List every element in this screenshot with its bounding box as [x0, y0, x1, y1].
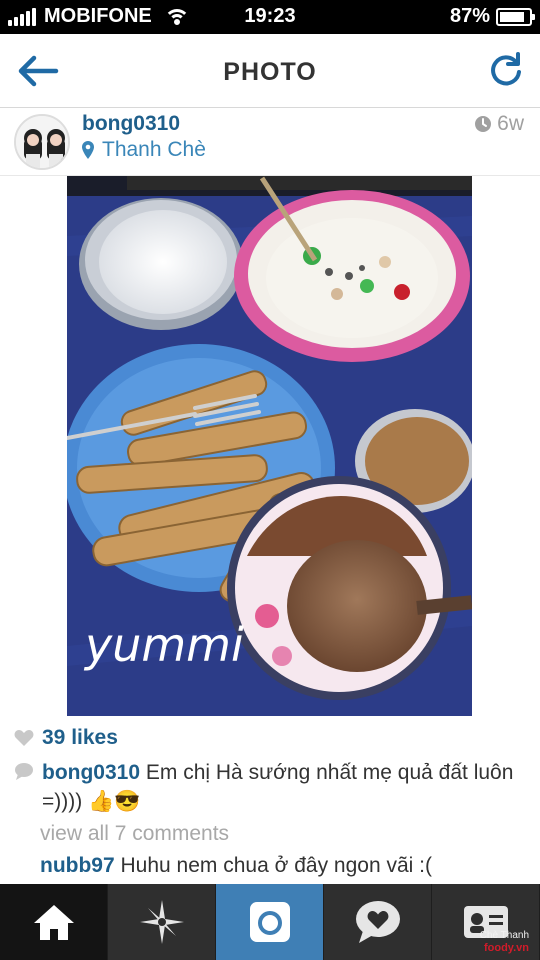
- page-title: PHOTO: [223, 58, 317, 86]
- battery-percent: 87%: [449, 5, 490, 27]
- nav-header: PHOTO: [0, 34, 540, 108]
- refresh-icon[interactable]: [488, 52, 524, 88]
- battery-icon: [496, 7, 535, 26]
- post-location[interactable]: Thanh Chè: [82, 138, 206, 162]
- post-header: bong0310 Thanh Chè 6w: [0, 108, 540, 176]
- watermark-brand: foody.vn: [483, 942, 529, 954]
- time-ago-label: 6w: [497, 112, 524, 135]
- location-label: Thanh Chè: [102, 138, 206, 161]
- caption-row: bong0310 Em chị Hà sướng nhất mẹ quả đất…: [14, 758, 526, 816]
- comment-bubble-icon: [15, 763, 33, 780]
- tab-profile[interactable]: Chè Thanh foody.vn: [432, 884, 540, 960]
- comment-username[interactable]: nubb97: [40, 854, 115, 877]
- avatar[interactable]: [14, 114, 70, 170]
- post-time: 6w: [474, 112, 524, 136]
- likes-row[interactable]: 39 likes: [14, 726, 118, 750]
- photo-overlay-text: yummi: [83, 618, 244, 672]
- heart-icon: [14, 730, 34, 746]
- caption-username[interactable]: bong0310: [42, 761, 140, 784]
- comment-text: Huhu nem chua ở đây ngon vãi :(: [120, 854, 432, 877]
- view-all-comments-link[interactable]: view all 7 comments: [40, 822, 229, 846]
- post-username[interactable]: bong0310: [82, 112, 180, 136]
- home-icon: [33, 905, 74, 940]
- status-bar: MOBIFONE 19:23 87%: [0, 0, 540, 34]
- likes-count: 39 likes: [42, 726, 118, 749]
- tab-camera[interactable]: [216, 884, 324, 960]
- comment-item: nubb97 Huhu nem chua ở đây ngon vãi :(: [40, 854, 432, 878]
- watermark: Chè Thanh foody.vn: [480, 930, 529, 954]
- watermark-line1: Chè Thanh: [479, 930, 529, 941]
- tab-bar: Chè Thanh foody.vn: [0, 884, 540, 960]
- caption: bong0310 Em chị Hà sướng nhất mẹ quả đất…: [42, 758, 526, 816]
- location-pin-icon: [82, 141, 94, 159]
- status-right: 87%: [449, 5, 535, 28]
- camera-icon: [249, 902, 290, 942]
- tab-home[interactable]: [0, 884, 108, 960]
- activity-heart-icon: [355, 901, 400, 943]
- tab-activity[interactable]: [324, 884, 432, 960]
- post-photo[interactable]: yummi: [67, 176, 472, 716]
- tab-explore[interactable]: [108, 884, 216, 960]
- clock-icon: [475, 116, 492, 132]
- explore-star-icon: [139, 900, 184, 944]
